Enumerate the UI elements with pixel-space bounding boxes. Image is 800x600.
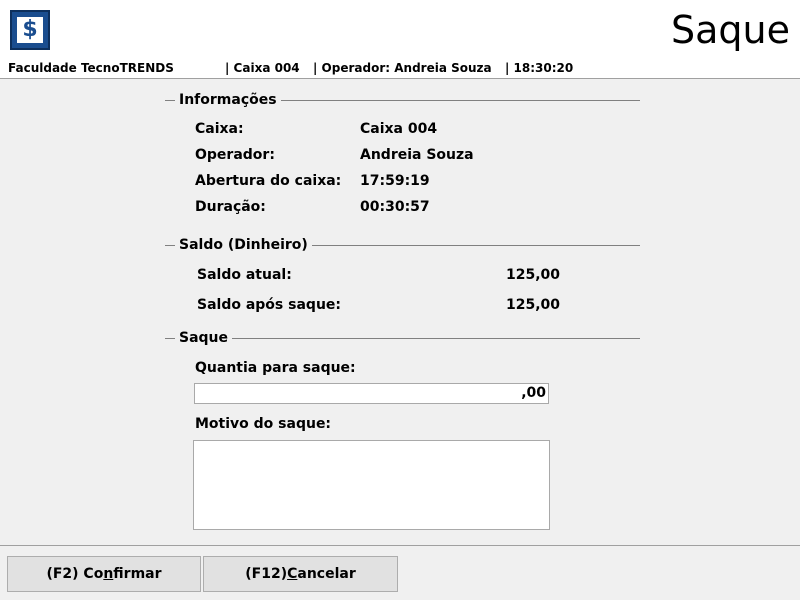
- confirmar-label-post: firmar: [113, 566, 162, 582]
- quantia-input[interactable]: ,00: [194, 383, 549, 404]
- status-time: | 18:30:20: [505, 61, 574, 75]
- dollar-icon: $: [10, 10, 50, 50]
- operador-value: Andreia Souza: [360, 147, 474, 163]
- saldo-atual-value: 125,00: [505, 267, 560, 283]
- abertura-label: Abertura do caixa:: [195, 173, 342, 189]
- operador-label: Operador:: [195, 147, 275, 163]
- confirmar-button[interactable]: (F2) Co n firmar: [7, 556, 201, 592]
- abertura-value: 17:59:19: [360, 173, 430, 189]
- status-bar: Faculdade TecnoTRENDS | Caixa 004 | Oper…: [0, 60, 800, 79]
- saldo-legend: Saldo (Dinheiro): [175, 236, 312, 254]
- dollar-glyph: $: [22, 17, 38, 42]
- group-line: [165, 338, 640, 339]
- saldo-apos-value: 125,00: [505, 297, 560, 313]
- cancelar-label-pre: (F12): [245, 566, 288, 582]
- saldo-group: Saldo (Dinheiro): [165, 236, 640, 256]
- motivo-textarea[interactable]: [193, 440, 550, 530]
- logo-inner: $: [17, 17, 43, 43]
- status-caixa: | Caixa 004: [225, 61, 300, 75]
- informacoes-legend: Informações: [175, 91, 281, 109]
- caixa-value: Caixa 004: [360, 121, 438, 137]
- caixa-label: Caixa:: [195, 121, 244, 137]
- informacoes-group: Informações: [165, 91, 640, 111]
- duracao-value: 00:30:57: [360, 199, 430, 215]
- quantia-label: Quantia para saque:: [195, 360, 356, 376]
- cancelar-label-post: ancelar: [297, 566, 356, 582]
- saldo-apos-label: Saldo após saque:: [197, 297, 341, 313]
- motivo-label: Motivo do saque:: [195, 416, 332, 432]
- footer-divider: [0, 545, 800, 546]
- saque-group: Saque: [165, 329, 640, 349]
- cancelar-button[interactable]: (F12) Cancelar: [203, 556, 398, 592]
- cancelar-accesskey: C: [287, 566, 298, 582]
- quantia-value: ,00: [521, 385, 546, 401]
- duracao-label: Duração:: [195, 199, 266, 215]
- confirmar-accesskey: n: [103, 566, 114, 582]
- confirmar-label-pre: (F2) Co: [46, 566, 104, 582]
- header: $ Saque: [0, 0, 800, 60]
- saldo-atual-label: Saldo atual:: [197, 267, 292, 283]
- page-title: Saque: [671, 8, 790, 52]
- status-company: Faculdade TecnoTRENDS: [8, 61, 174, 75]
- status-operador: | Operador: Andreia Souza: [313, 61, 492, 75]
- saque-legend: Saque: [175, 329, 233, 347]
